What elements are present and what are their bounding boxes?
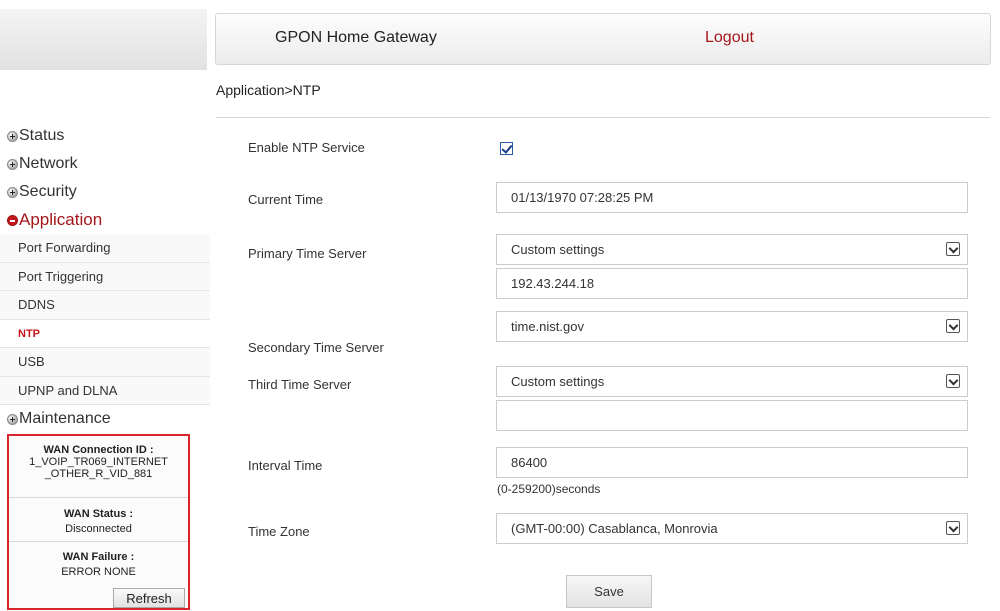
time-zone-select[interactable]: (GMT-00:00) Casablanca, Monrovia [496,513,968,544]
third-server-label: Third Time Server [248,377,352,392]
interval-time-label: Interval Time [248,458,323,473]
secondary-server-selected: time.nist.gov [511,319,584,334]
menu-status-label: Status [19,127,65,144]
save-button[interactable]: Save [566,575,652,608]
menu-network[interactable]: Network [0,150,210,178]
gateway-title: GPON Home Gateway [275,29,437,46]
enable-ntp-checkbox[interactable] [500,142,513,155]
expand-icon [7,130,18,142]
menu-application-label: Application [19,210,103,229]
top-header: GPON Home Gateway Logout [215,13,991,65]
chevron-down-icon [946,521,960,535]
expand-icon [7,413,18,425]
wan-status-section: WAN Status : Disconnected [9,498,188,542]
logo-area [0,9,207,70]
menu-network-label: Network [19,155,78,172]
menu-maintenance-label: Maintenance [19,410,111,427]
sidebar-item-ddns[interactable]: DDNS [0,291,210,320]
primary-server-input[interactable]: 192.43.244.18 [496,268,968,299]
enable-ntp-label: Enable NTP Service [248,140,365,155]
wan-connection-section: WAN Connection ID : 1_VOIP_TR069_INTERNE… [9,436,188,498]
wan-connection-id-label: WAN Connection ID : [43,444,154,456]
wan-status-value: Disconnected [65,523,132,535]
expand-icon [7,186,18,198]
time-zone-label: Time Zone [248,524,310,539]
sidebar-item-port-forwarding[interactable]: Port Forwarding [0,234,210,263]
wan-failure-value: ERROR NONE [61,566,136,578]
primary-server-label: Primary Time Server [248,246,367,261]
wan-status-panel: WAN Connection ID : 1_VOIP_TR069_INTERNE… [7,434,190,610]
current-time-field: 01/13/1970 07:28:25 PM [496,182,968,213]
chevron-down-icon [946,242,960,256]
refresh-button[interactable]: Refresh [113,588,185,608]
menu-security[interactable]: Security [0,178,210,206]
breadcrumb: Application>NTP [216,82,321,98]
menu-application[interactable]: Application [0,206,210,234]
menu-security-label: Security [19,183,77,200]
logout-link[interactable]: Logout [705,29,754,47]
wan-status-label: WAN Status : [63,508,134,520]
primary-server-select[interactable]: Custom settings [496,234,968,265]
collapse-icon [7,214,18,226]
wan-failure-label: WAN Failure : [62,551,135,563]
secondary-server-select[interactable]: time.nist.gov [496,311,968,342]
time-zone-selected: (GMT-00:00) Casablanca, Monrovia [511,521,718,536]
menu-status[interactable]: Status [0,122,210,150]
sidebar-item-usb[interactable]: USB [0,348,210,377]
wan-failure-section: WAN Failure : ERROR NONE [9,542,188,580]
interval-range-hint: (0-259200)seconds [497,482,601,496]
wan-connection-id-value: 1_VOIP_TR069_INTERNET _OTHER_R_VID_881 [29,456,168,480]
expand-icon [7,158,18,170]
sidebar-item-port-triggering[interactable]: Port Triggering [0,262,210,291]
third-server-input[interactable] [496,400,968,431]
secondary-server-label: Secondary Time Server [248,340,384,355]
third-server-select[interactable]: Custom settings [496,366,968,397]
menu-maintenance[interactable]: Maintenance [0,405,210,433]
current-time-label: Current Time [248,192,324,207]
primary-server-selected: Custom settings [511,242,605,257]
sidebar-menu: Status Network Security Application Port… [0,122,210,433]
sidebar-item-ntp[interactable]: NTP [0,319,210,348]
divider [216,117,990,118]
sidebar-item-upnp-dlna[interactable]: UPNP and DLNA [0,376,210,405]
interval-time-input[interactable]: 86400 [496,447,968,478]
third-server-selected: Custom settings [511,374,605,389]
chevron-down-icon [946,374,960,388]
chevron-down-icon [946,319,960,333]
